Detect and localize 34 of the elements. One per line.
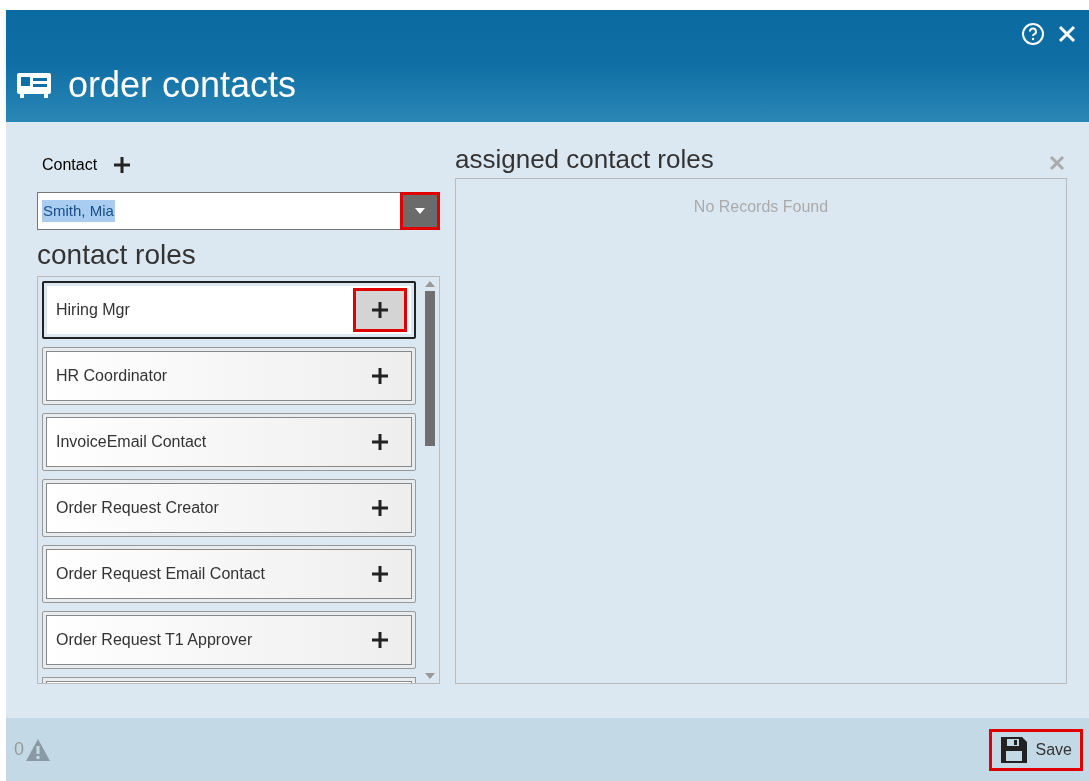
contact-card-icon bbox=[16, 71, 52, 99]
combobox-value: Smith, Mia bbox=[42, 199, 115, 223]
role-row[interactable]: Hiring Mgr bbox=[42, 281, 416, 339]
add-role-button[interactable] bbox=[353, 288, 407, 332]
plus-icon bbox=[371, 499, 389, 517]
plus-icon bbox=[371, 301, 389, 319]
warning-count: 0 bbox=[14, 738, 24, 761]
role-label: Hiring Mgr bbox=[56, 300, 130, 320]
window-title: order contacts bbox=[68, 63, 297, 107]
role-label: Order Request T1 Approver bbox=[56, 630, 253, 650]
save-button[interactable]: Save bbox=[988, 728, 1083, 771]
role-row[interactable]: Order Request Creator bbox=[42, 479, 416, 537]
contact-combobox[interactable]: Smith, Mia bbox=[37, 192, 440, 230]
caret-icon bbox=[415, 208, 425, 214]
role-row[interactable]: InvoiceEmail Contact bbox=[42, 413, 416, 471]
role-row[interactable]: Order Request Email Contact bbox=[42, 545, 416, 603]
help-icon[interactable] bbox=[1021, 22, 1045, 46]
empty-message: No Records Found bbox=[693, 197, 829, 217]
plus-icon bbox=[371, 367, 389, 385]
plus-icon bbox=[371, 631, 389, 649]
section-heading: contact roles bbox=[37, 238, 197, 272]
plus-icon bbox=[113, 156, 132, 174]
role-row[interactable]: Order Request T1 Approver bbox=[42, 611, 416, 669]
plus-icon bbox=[371, 433, 389, 451]
scrollbar-thumb[interactable] bbox=[425, 291, 435, 446]
role-label: HR Coordinator bbox=[56, 366, 168, 386]
section-heading: assigned contact roles bbox=[455, 142, 714, 176]
contact-label: Contact bbox=[42, 155, 98, 175]
role-label: Order Request Creator bbox=[56, 498, 219, 518]
role-label: InvoiceEmail Contact bbox=[56, 432, 207, 452]
add-contact-button[interactable] bbox=[113, 156, 132, 174]
plus-icon bbox=[371, 565, 389, 583]
role-label: Order Request Email Contact bbox=[56, 564, 265, 584]
role-row[interactable]: HR Coordinator bbox=[42, 347, 416, 405]
